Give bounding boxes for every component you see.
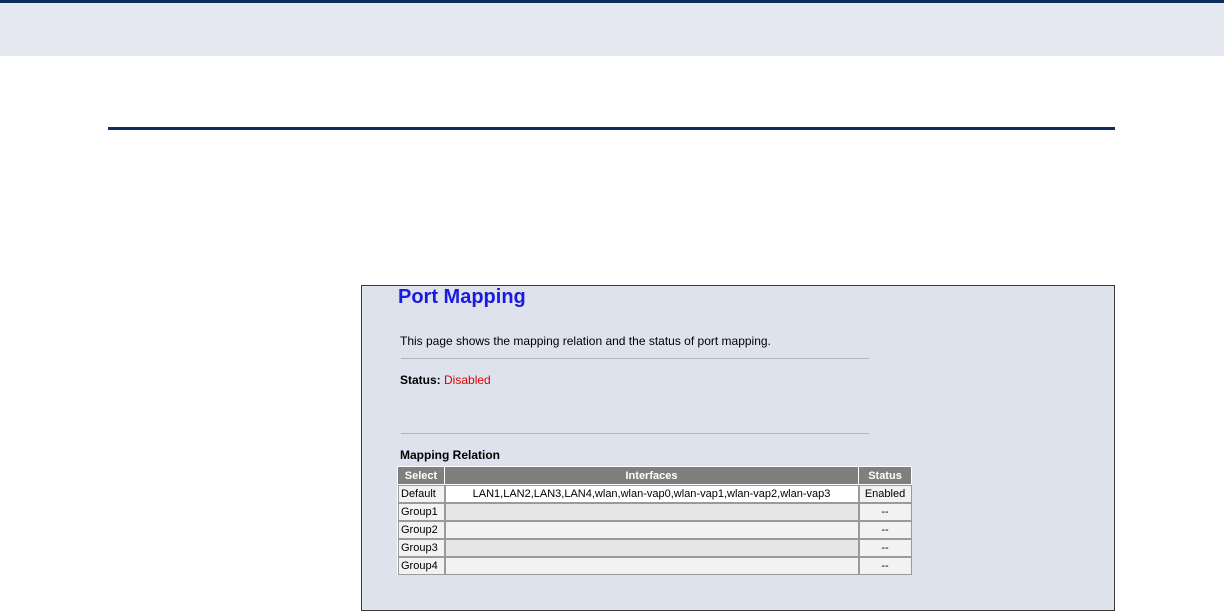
row-select-group2[interactable]: Group2 [397,520,445,539]
row-status: Enabled [858,484,912,503]
table-row[interactable]: Default LAN1,LAN2,LAN3,LAN4,wlan,wlan-va… [397,484,912,503]
status-label: Status: [400,373,441,387]
divider-bottom [401,433,869,434]
row-status: -- [858,502,912,521]
row-select-group1[interactable]: Group1 [397,502,445,521]
status-value: Disabled [444,373,491,387]
mapping-relation-title: Mapping Relation [400,448,500,462]
row-interfaces [444,502,859,521]
table-row[interactable]: Group3 -- [397,538,912,557]
header-interfaces: Interfaces [444,466,859,485]
row-select-group3[interactable]: Group3 [397,538,445,557]
row-status: -- [858,538,912,557]
row-select-default[interactable]: Default [397,484,445,503]
divider-top [401,358,869,359]
page-title: Port Mapping [398,286,526,308]
table-row[interactable]: Group1 -- [397,502,912,521]
row-interfaces [444,520,859,539]
row-interfaces [444,556,859,575]
port-mapping-panel: Port Mapping This page shows the mapping… [361,285,1115,611]
row-status: -- [858,520,912,539]
row-interfaces: LAN1,LAN2,LAN3,LAN4,wlan,wlan-vap0,wlan-… [444,484,859,503]
row-interfaces [444,538,859,557]
row-select-group4[interactable]: Group4 [397,556,445,575]
table-header-row: Select Interfaces Status [397,466,912,485]
status-line: Status: Disabled [400,373,491,387]
table-row[interactable]: Group4 -- [397,556,912,575]
header-status: Status [858,466,912,485]
mapping-relation-table: Select Interfaces Status Default LAN1,LA… [397,466,912,575]
page-description: This page shows the mapping relation and… [400,334,771,348]
header-rule [108,127,1115,130]
top-banner [0,0,1224,56]
header-select: Select [397,466,445,485]
row-status: -- [858,556,912,575]
table-row[interactable]: Group2 -- [397,520,912,539]
